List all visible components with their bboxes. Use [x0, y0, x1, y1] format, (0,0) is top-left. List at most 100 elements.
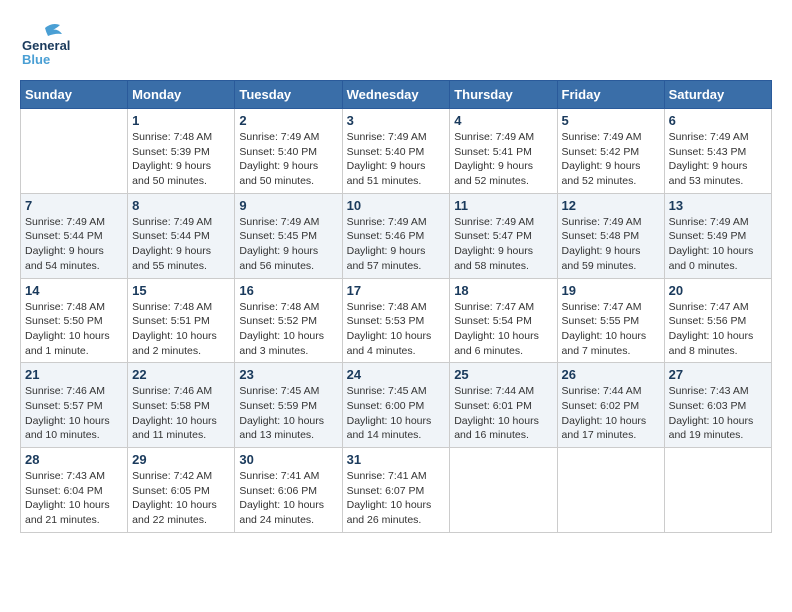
day-info: Sunrise: 7:43 AMSunset: 6:04 PMDaylight:… — [25, 469, 123, 528]
calendar-cell: 16Sunrise: 7:48 AMSunset: 5:52 PMDayligh… — [235, 278, 342, 363]
week-row-2: 14 Sunrise: 7:48 AMSunset: 5:50 PMDayligh… — [21, 278, 772, 363]
calendar-cell: 24Sunrise: 7:45 AMSunset: 6:00 PMDayligh… — [342, 363, 450, 448]
calendar-cell — [21, 109, 128, 194]
week-row-1: 7 Sunrise: 7:49 AMSunset: 5:44 PMDaylight… — [21, 193, 772, 278]
day-number: 26 — [562, 367, 660, 382]
day-number: 7 — [25, 198, 123, 213]
day-info: Sunrise: 7:49 AMSunset: 5:45 PMDaylight:… — [239, 215, 337, 274]
calendar-cell: 21 Sunrise: 7:46 AMSunset: 5:57 PMDayligh… — [21, 363, 128, 448]
day-number: 25 — [454, 367, 552, 382]
logo-icon: General Blue — [20, 20, 70, 65]
day-info: Sunrise: 7:49 AMSunset: 5:40 PMDaylight:… — [239, 130, 337, 189]
day-info: Sunrise: 7:46 AMSunset: 5:57 PMDaylight:… — [25, 384, 123, 443]
col-header-monday: Monday — [128, 81, 235, 109]
day-number: 14 — [25, 283, 123, 298]
day-info: Sunrise: 7:44 AMSunset: 6:01 PMDaylight:… — [454, 384, 552, 443]
week-row-4: 28 Sunrise: 7:43 AMSunset: 6:04 PMDayligh… — [21, 448, 772, 533]
day-info: Sunrise: 7:46 AMSunset: 5:58 PMDaylight:… — [132, 384, 230, 443]
calendar-cell: 4 Sunrise: 7:49 AMSunset: 5:41 PMDaylight… — [450, 109, 557, 194]
day-info: Sunrise: 7:49 AMSunset: 5:40 PMDaylight:… — [347, 130, 446, 189]
svg-text:General: General — [22, 38, 70, 53]
day-number: 27 — [669, 367, 767, 382]
day-info: Sunrise: 7:48 AMSunset: 5:53 PMDaylight:… — [347, 300, 446, 359]
calendar-cell: 9 Sunrise: 7:49 AMSunset: 5:45 PMDaylight… — [235, 193, 342, 278]
day-number: 9 — [239, 198, 337, 213]
day-info: Sunrise: 7:49 AMSunset: 5:47 PMDaylight:… — [454, 215, 552, 274]
day-number: 28 — [25, 452, 123, 467]
day-info: Sunrise: 7:49 AMSunset: 5:48 PMDaylight:… — [562, 215, 660, 274]
day-info: Sunrise: 7:49 AMSunset: 5:41 PMDaylight:… — [454, 130, 552, 189]
calendar-cell: 31 Sunrise: 7:41 AMSunset: 6:07 PMDayligh… — [342, 448, 450, 533]
calendar-cell: 12 Sunrise: 7:49 AMSunset: 5:48 PMDayligh… — [557, 193, 664, 278]
week-row-0: 1 Sunrise: 7:48 AMSunset: 5:39 PMDaylight… — [21, 109, 772, 194]
svg-text:Blue: Blue — [22, 52, 50, 65]
day-info: Sunrise: 7:49 AMSunset: 5:44 PMDaylight:… — [25, 215, 123, 274]
col-header-sunday: Sunday — [21, 81, 128, 109]
calendar-cell: 11Sunrise: 7:49 AMSunset: 5:47 PMDayligh… — [450, 193, 557, 278]
calendar-cell: 22 Sunrise: 7:46 AMSunset: 5:58 PMDayligh… — [128, 363, 235, 448]
calendar-cell: 1 Sunrise: 7:48 AMSunset: 5:39 PMDaylight… — [128, 109, 235, 194]
calendar-cell: 5Sunrise: 7:49 AMSunset: 5:42 PMDaylight… — [557, 109, 664, 194]
day-number: 4 — [454, 113, 552, 128]
calendar-cell: 3 Sunrise: 7:49 AMSunset: 5:40 PMDaylight… — [342, 109, 450, 194]
calendar-cell: 23 Sunrise: 7:45 AMSunset: 5:59 PMDayligh… — [235, 363, 342, 448]
day-number: 21 — [25, 367, 123, 382]
day-info: Sunrise: 7:47 AMSunset: 5:56 PMDaylight:… — [669, 300, 767, 359]
calendar-cell: 20 Sunrise: 7:47 AMSunset: 5:56 PMDayligh… — [664, 278, 771, 363]
day-info: Sunrise: 7:49 AMSunset: 5:44 PMDaylight:… — [132, 215, 230, 274]
day-number: 23 — [239, 367, 337, 382]
day-info: Sunrise: 7:45 AMSunset: 5:59 PMDaylight:… — [239, 384, 337, 443]
day-info: Sunrise: 7:47 AMSunset: 5:54 PMDaylight:… — [454, 300, 552, 359]
calendar-cell: 13 Sunrise: 7:49 AMSunset: 5:49 PMDayligh… — [664, 193, 771, 278]
page-header: General Blue — [20, 20, 772, 70]
calendar-cell: 28 Sunrise: 7:43 AMSunset: 6:04 PMDayligh… — [21, 448, 128, 533]
day-info: Sunrise: 7:43 AMSunset: 6:03 PMDaylight:… — [669, 384, 767, 443]
day-number: 31 — [347, 452, 446, 467]
day-number: 19 — [562, 283, 660, 298]
col-header-wednesday: Wednesday — [342, 81, 450, 109]
calendar-cell: 6Sunrise: 7:49 AMSunset: 5:43 PMDaylight… — [664, 109, 771, 194]
day-info: Sunrise: 7:41 AMSunset: 6:06 PMDaylight:… — [239, 469, 337, 528]
day-number: 16 — [239, 283, 337, 298]
day-number: 10 — [347, 198, 446, 213]
day-number: 8 — [132, 198, 230, 213]
day-info: Sunrise: 7:48 AMSunset: 5:39 PMDaylight:… — [132, 130, 230, 189]
day-info: Sunrise: 7:48 AMSunset: 5:51 PMDaylight:… — [132, 300, 230, 359]
day-number: 20 — [669, 283, 767, 298]
day-number: 1 — [132, 113, 230, 128]
logo: General Blue — [20, 20, 70, 70]
day-number: 3 — [347, 113, 446, 128]
calendar-cell: 15Sunrise: 7:48 AMSunset: 5:51 PMDayligh… — [128, 278, 235, 363]
calendar-cell: 7 Sunrise: 7:49 AMSunset: 5:44 PMDaylight… — [21, 193, 128, 278]
col-header-friday: Friday — [557, 81, 664, 109]
calendar-cell: 14 Sunrise: 7:48 AMSunset: 5:50 PMDayligh… — [21, 278, 128, 363]
day-number: 12 — [562, 198, 660, 213]
day-number: 6 — [669, 113, 767, 128]
day-info: Sunrise: 7:42 AMSunset: 6:05 PMDaylight:… — [132, 469, 230, 528]
calendar-cell — [664, 448, 771, 533]
day-info: Sunrise: 7:47 AMSunset: 5:55 PMDaylight:… — [562, 300, 660, 359]
calendar-table: SundayMondayTuesdayWednesdayThursdayFrid… — [20, 80, 772, 533]
calendar-cell: 18Sunrise: 7:47 AMSunset: 5:54 PMDayligh… — [450, 278, 557, 363]
day-info: Sunrise: 7:49 AMSunset: 5:49 PMDaylight:… — [669, 215, 767, 274]
day-info: Sunrise: 7:49 AMSunset: 5:42 PMDaylight:… — [562, 130, 660, 189]
day-number: 29 — [132, 452, 230, 467]
day-info: Sunrise: 7:48 AMSunset: 5:50 PMDaylight:… — [25, 300, 123, 359]
day-number: 13 — [669, 198, 767, 213]
day-number: 2 — [239, 113, 337, 128]
day-info: Sunrise: 7:41 AMSunset: 6:07 PMDaylight:… — [347, 469, 446, 528]
col-header-tuesday: Tuesday — [235, 81, 342, 109]
calendar-cell: 17 Sunrise: 7:48 AMSunset: 5:53 PMDayligh… — [342, 278, 450, 363]
day-info: Sunrise: 7:49 AMSunset: 5:46 PMDaylight:… — [347, 215, 446, 274]
col-header-saturday: Saturday — [664, 81, 771, 109]
calendar-cell — [450, 448, 557, 533]
day-number: 22 — [132, 367, 230, 382]
calendar-cell: 26 Sunrise: 7:44 AMSunset: 6:02 PMDayligh… — [557, 363, 664, 448]
calendar-header-row: SundayMondayTuesdayWednesdayThursdayFrid… — [21, 81, 772, 109]
calendar-cell: 29 Sunrise: 7:42 AMSunset: 6:05 PMDayligh… — [128, 448, 235, 533]
calendar-cell: 30 Sunrise: 7:41 AMSunset: 6:06 PMDayligh… — [235, 448, 342, 533]
day-info: Sunrise: 7:44 AMSunset: 6:02 PMDaylight:… — [562, 384, 660, 443]
day-number: 17 — [347, 283, 446, 298]
day-number: 30 — [239, 452, 337, 467]
calendar-cell: 10 Sunrise: 7:49 AMSunset: 5:46 PMDayligh… — [342, 193, 450, 278]
